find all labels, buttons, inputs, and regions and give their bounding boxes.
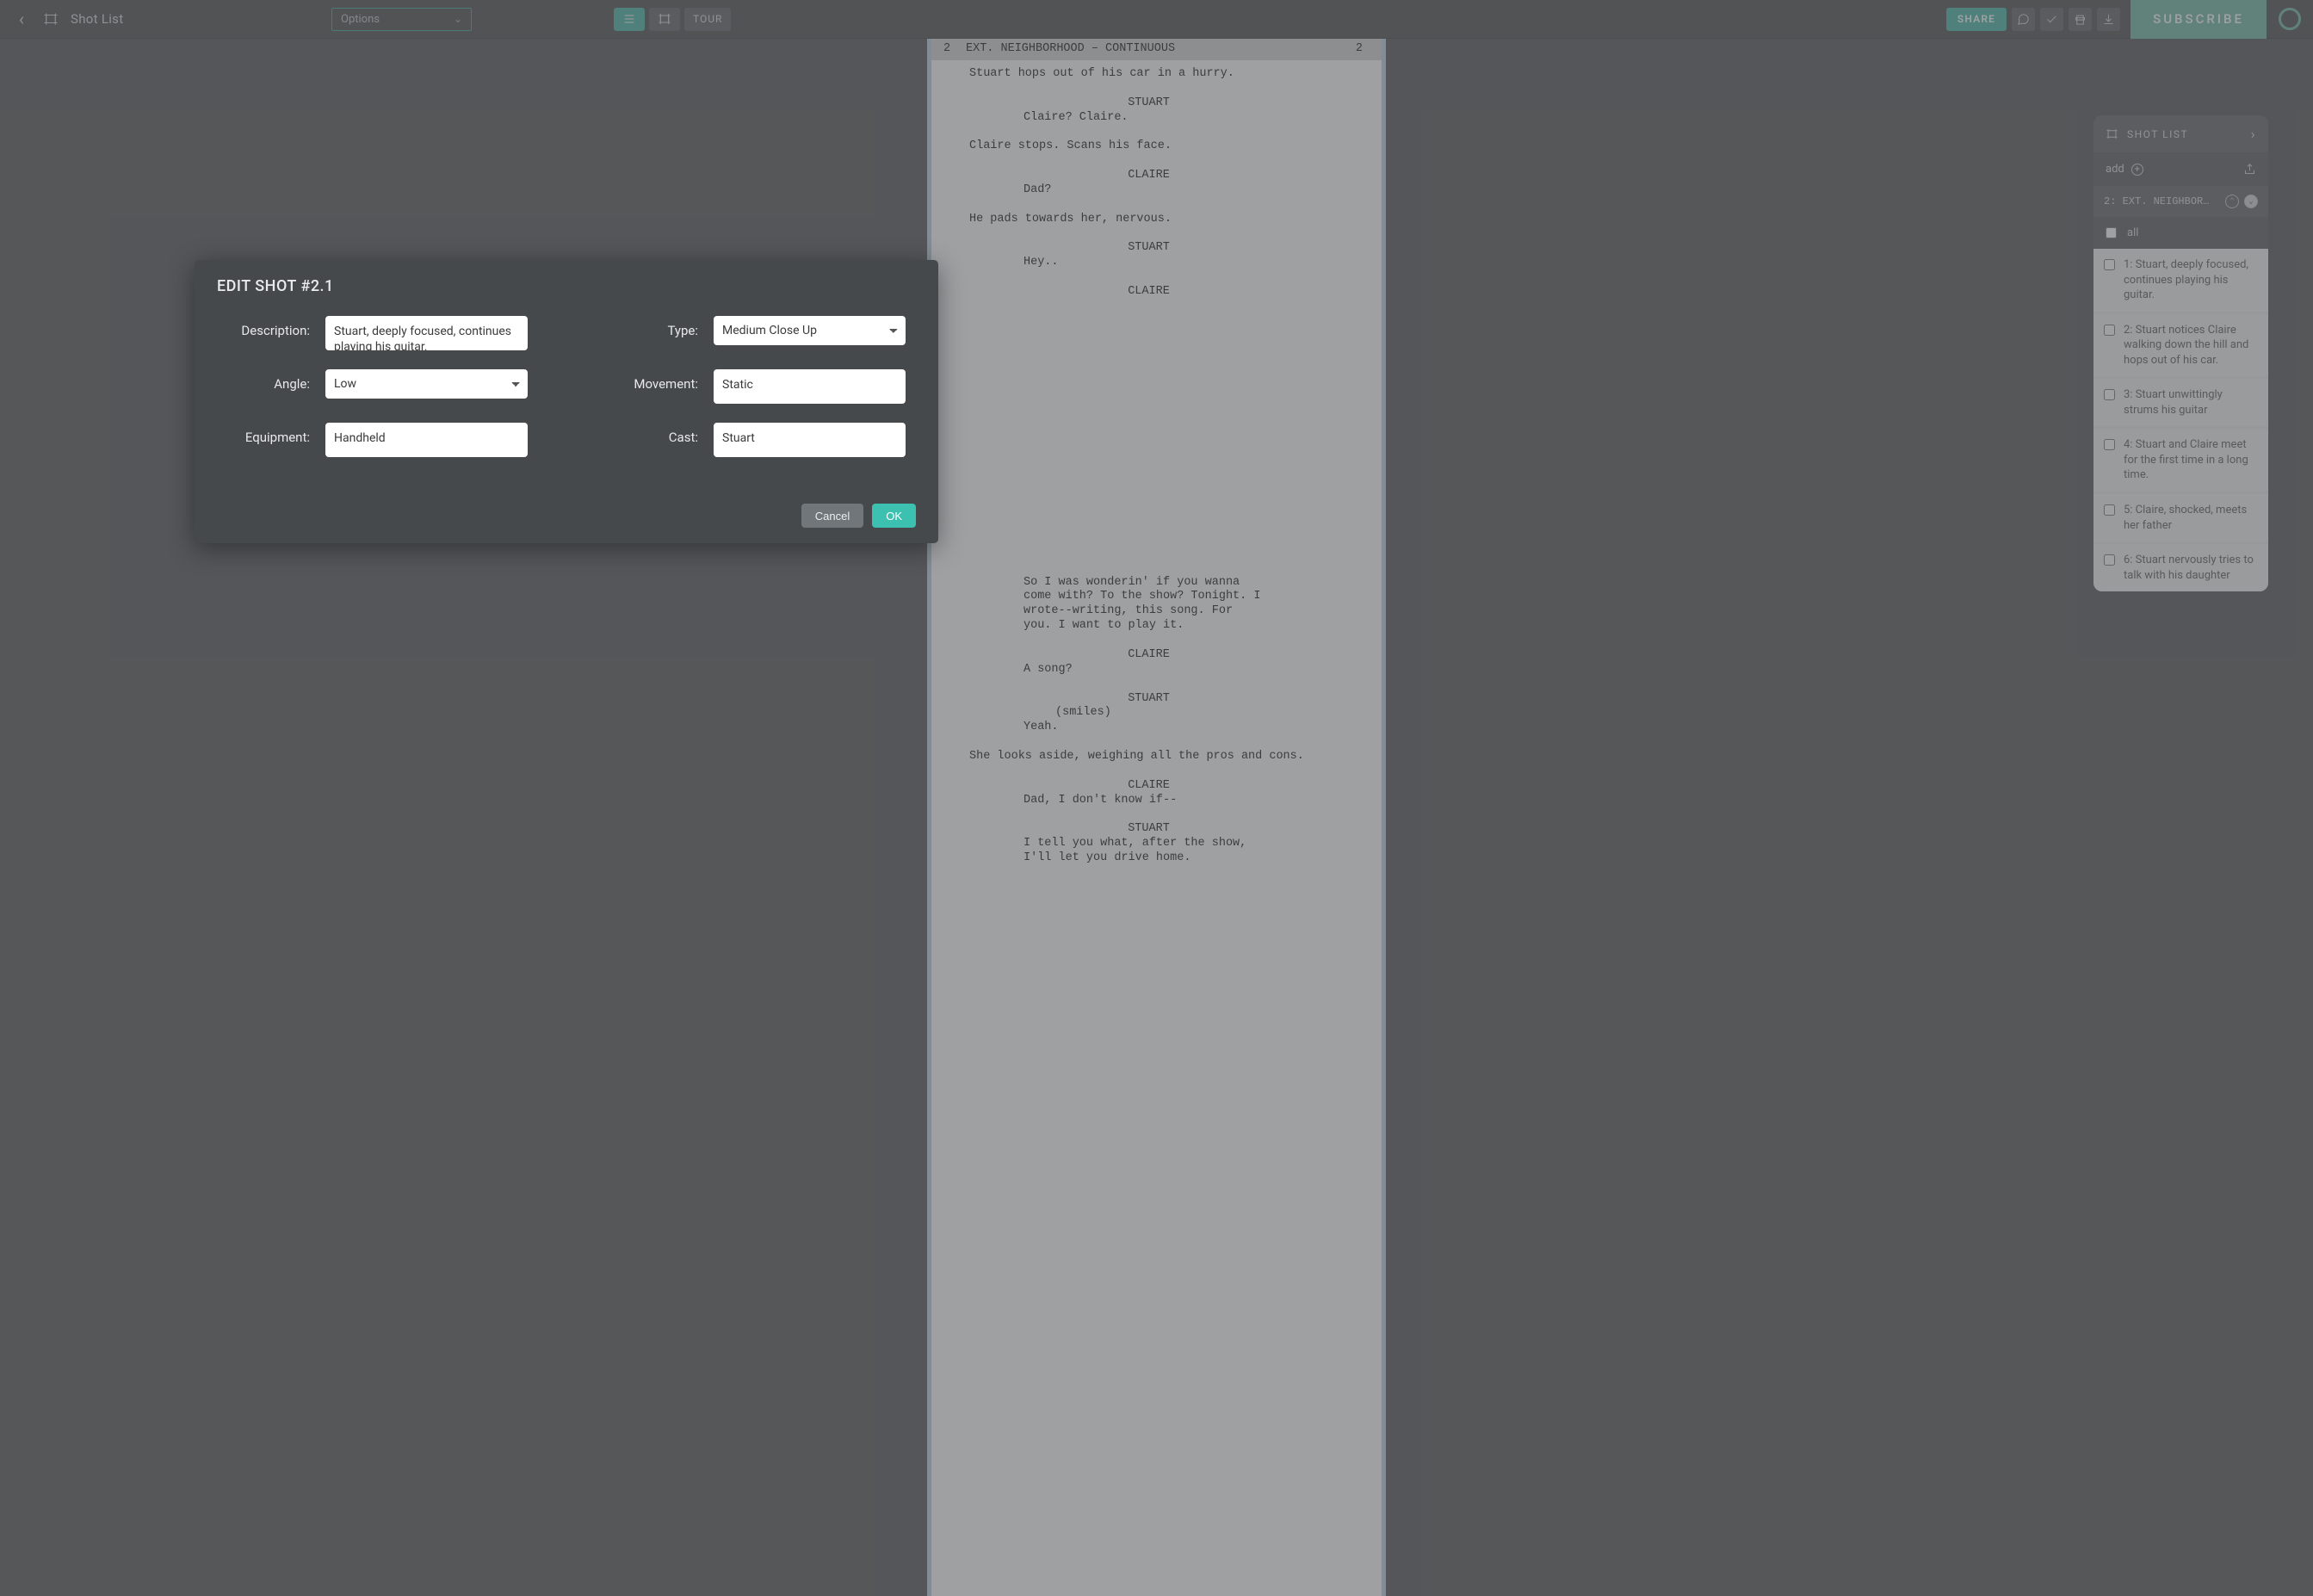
modal-title: EDIT SHOT #2.1: [217, 277, 916, 295]
equipment-field[interactable]: [325, 423, 528, 457]
label-type: Type:: [605, 316, 698, 338]
ok-button[interactable]: OK: [872, 504, 916, 528]
label-equipment: Equipment:: [227, 423, 310, 445]
angle-select[interactable]: Low: [325, 369, 528, 399]
label-description: Description:: [227, 316, 310, 338]
label-cast: Cast:: [605, 423, 698, 445]
description-field[interactable]: [325, 316, 528, 350]
movement-field[interactable]: [714, 369, 906, 404]
label-movement: Movement:: [605, 369, 698, 392]
edit-shot-modal: EDIT SHOT #2.1 Description: Type: Medium…: [195, 260, 938, 543]
label-angle: Angle:: [227, 369, 310, 392]
cancel-button[interactable]: Cancel: [801, 504, 863, 528]
modal-scrim[interactable]: [0, 0, 2313, 1596]
type-select[interactable]: Medium Close Up: [714, 316, 906, 345]
cast-field[interactable]: [714, 423, 906, 457]
